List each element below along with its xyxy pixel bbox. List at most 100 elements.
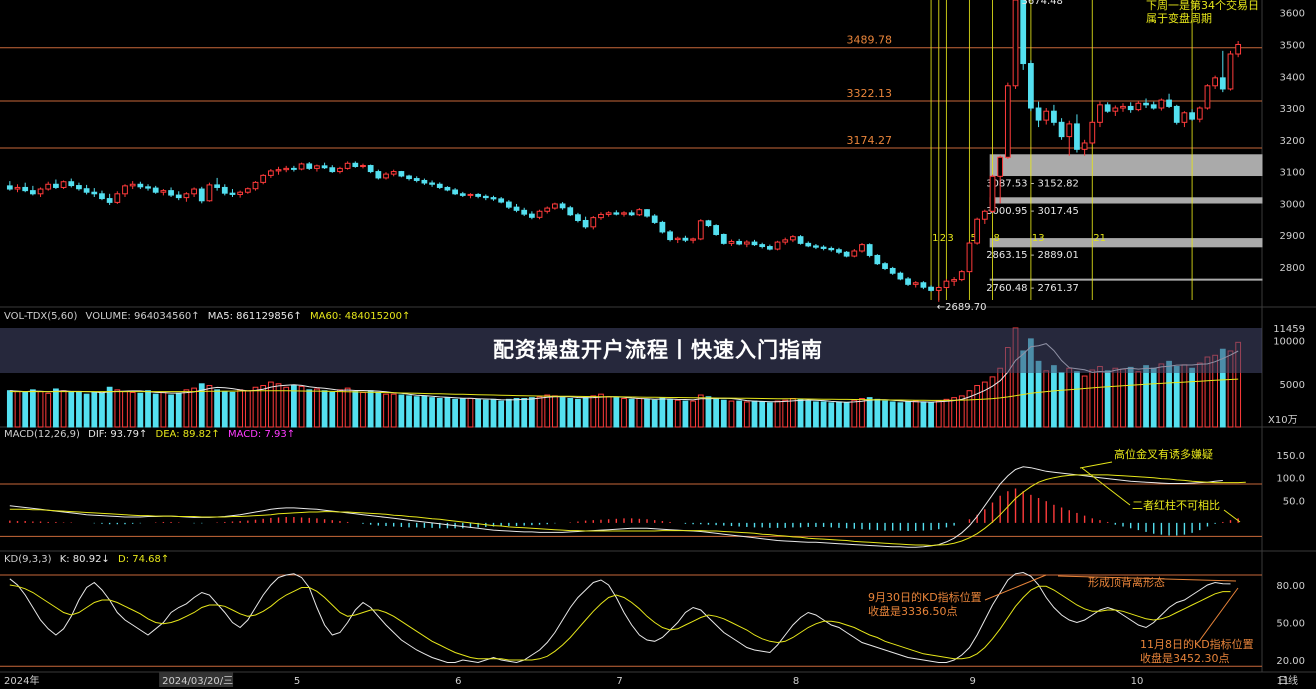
candle-body <box>1173 105 1180 123</box>
volume-bar <box>76 391 82 428</box>
candle-body <box>1127 105 1134 111</box>
volume-bar <box>628 398 635 428</box>
volume-bar <box>605 396 612 428</box>
volume-bar <box>129 391 136 428</box>
fib-time-label-5: 13 <box>1032 233 1045 244</box>
x-axis-label-6: 9 <box>969 676 975 687</box>
candle-body <box>897 272 904 280</box>
volume-bar <box>160 391 167 428</box>
volume-bar <box>429 397 435 428</box>
candle-body <box>1035 107 1042 121</box>
x-axis-label-5: 8 <box>793 676 799 687</box>
candle-body <box>1020 0 1027 65</box>
volume-bar <box>421 395 428 428</box>
volume-ma5: MA5: 861129856↑ <box>207 311 302 322</box>
volume-bar <box>482 399 489 428</box>
candle-body <box>283 167 290 171</box>
volume-value: VOLUME: 964034560↑ <box>85 311 200 322</box>
candle-body <box>260 174 267 183</box>
volume-bar <box>782 399 789 428</box>
price-tick-label-1: 2900 <box>1280 231 1305 242</box>
candle-body <box>183 193 190 199</box>
kd-k-line <box>9 571 1231 664</box>
x-axis-label-1: 2024/03/20/三 <box>162 676 233 687</box>
volume-bar <box>905 401 911 428</box>
candle-body <box>667 231 673 241</box>
candle-body <box>191 188 197 195</box>
kd-d: D: 74.68↑ <box>118 554 170 565</box>
candle-body <box>728 240 735 244</box>
candle-body <box>859 244 865 252</box>
candle-body <box>613 212 620 215</box>
candle-body <box>790 236 796 241</box>
candle-body <box>22 186 29 192</box>
candle-body <box>882 263 888 269</box>
candle-body <box>76 185 82 190</box>
volume-bar <box>636 397 643 428</box>
volume-bar <box>582 397 589 428</box>
candle-body <box>306 163 313 169</box>
candle-body <box>567 207 574 216</box>
candle-body <box>452 189 458 195</box>
volume-bar <box>283 386 290 428</box>
candle-body <box>505 201 512 208</box>
kd-tick-label-0: 20.00 <box>1276 656 1305 667</box>
candle-body <box>137 183 144 188</box>
volume-bar <box>398 394 405 428</box>
volume-bar <box>1074 371 1080 428</box>
volume-bar <box>298 385 305 428</box>
volume-bar <box>214 389 220 428</box>
candle-body <box>1212 77 1219 87</box>
candle-body <box>1204 85 1211 109</box>
volume-bar <box>505 398 512 428</box>
candle-body <box>1104 104 1111 112</box>
volume-bar <box>337 389 343 428</box>
kd-d-line <box>9 584 1231 661</box>
volume-bar <box>1150 367 1157 428</box>
volume-bar <box>314 388 320 428</box>
candle-body <box>559 203 566 209</box>
x-axis-label-7: 10 <box>1131 676 1144 687</box>
macd-tick-label-2: 150.0 <box>1276 451 1305 462</box>
candle-body <box>1150 104 1157 109</box>
price-level-label-0: 3489.78 <box>847 34 893 47</box>
candle-body <box>436 183 443 188</box>
fib-time-label-1: 2 <box>940 233 946 244</box>
macd-value: MACD: 7.93↑ <box>227 429 296 440</box>
candle-body <box>874 254 881 265</box>
volume-bar <box>912 400 919 428</box>
candle-body <box>45 183 52 190</box>
candle-body <box>943 280 950 289</box>
macd-dea: DEA: 89.82↑ <box>155 429 220 440</box>
candle-body <box>528 213 535 218</box>
volume-bar <box>728 400 735 428</box>
candle-body <box>214 184 220 188</box>
kd-tick-label-1: 50.00 <box>1276 619 1305 630</box>
volume-bar <box>690 400 696 428</box>
ad-banner-text[interactable]: 配资操盘开户流程丨快速入门指南 <box>0 328 1316 373</box>
support-zone-label-1: 3000.95 - 3017.45 <box>986 206 1079 217</box>
volume-bar <box>651 399 658 428</box>
volume-header: VOL-TDX(5,60) VOLUME: 964034560↑ MA5: 86… <box>4 311 415 323</box>
candle-body <box>145 186 151 189</box>
candle-body <box>37 188 44 195</box>
candle-body <box>1097 104 1103 123</box>
volume-bar <box>928 402 934 428</box>
volume-bar <box>83 393 90 428</box>
volume-bar <box>360 391 366 428</box>
top-note-2: 属于变盘周期 <box>1146 11 1212 25</box>
volume-bar <box>1089 369 1096 428</box>
candle-body <box>1196 107 1203 120</box>
candle-body <box>267 170 274 176</box>
price-tick-label-0: 2800 <box>1280 263 1305 274</box>
volume-bar <box>191 387 197 428</box>
volume-bar <box>237 389 244 428</box>
candle-body <box>536 210 543 218</box>
candle-body <box>751 241 758 246</box>
candle-body <box>1051 110 1057 123</box>
macd-note-1-arrow <box>1079 461 1113 469</box>
volume-bar <box>697 394 704 428</box>
volume-bar <box>1051 365 1057 428</box>
volume-indicator-name: VOL-TDX(5,60) <box>4 311 78 322</box>
candle-body <box>459 193 466 196</box>
